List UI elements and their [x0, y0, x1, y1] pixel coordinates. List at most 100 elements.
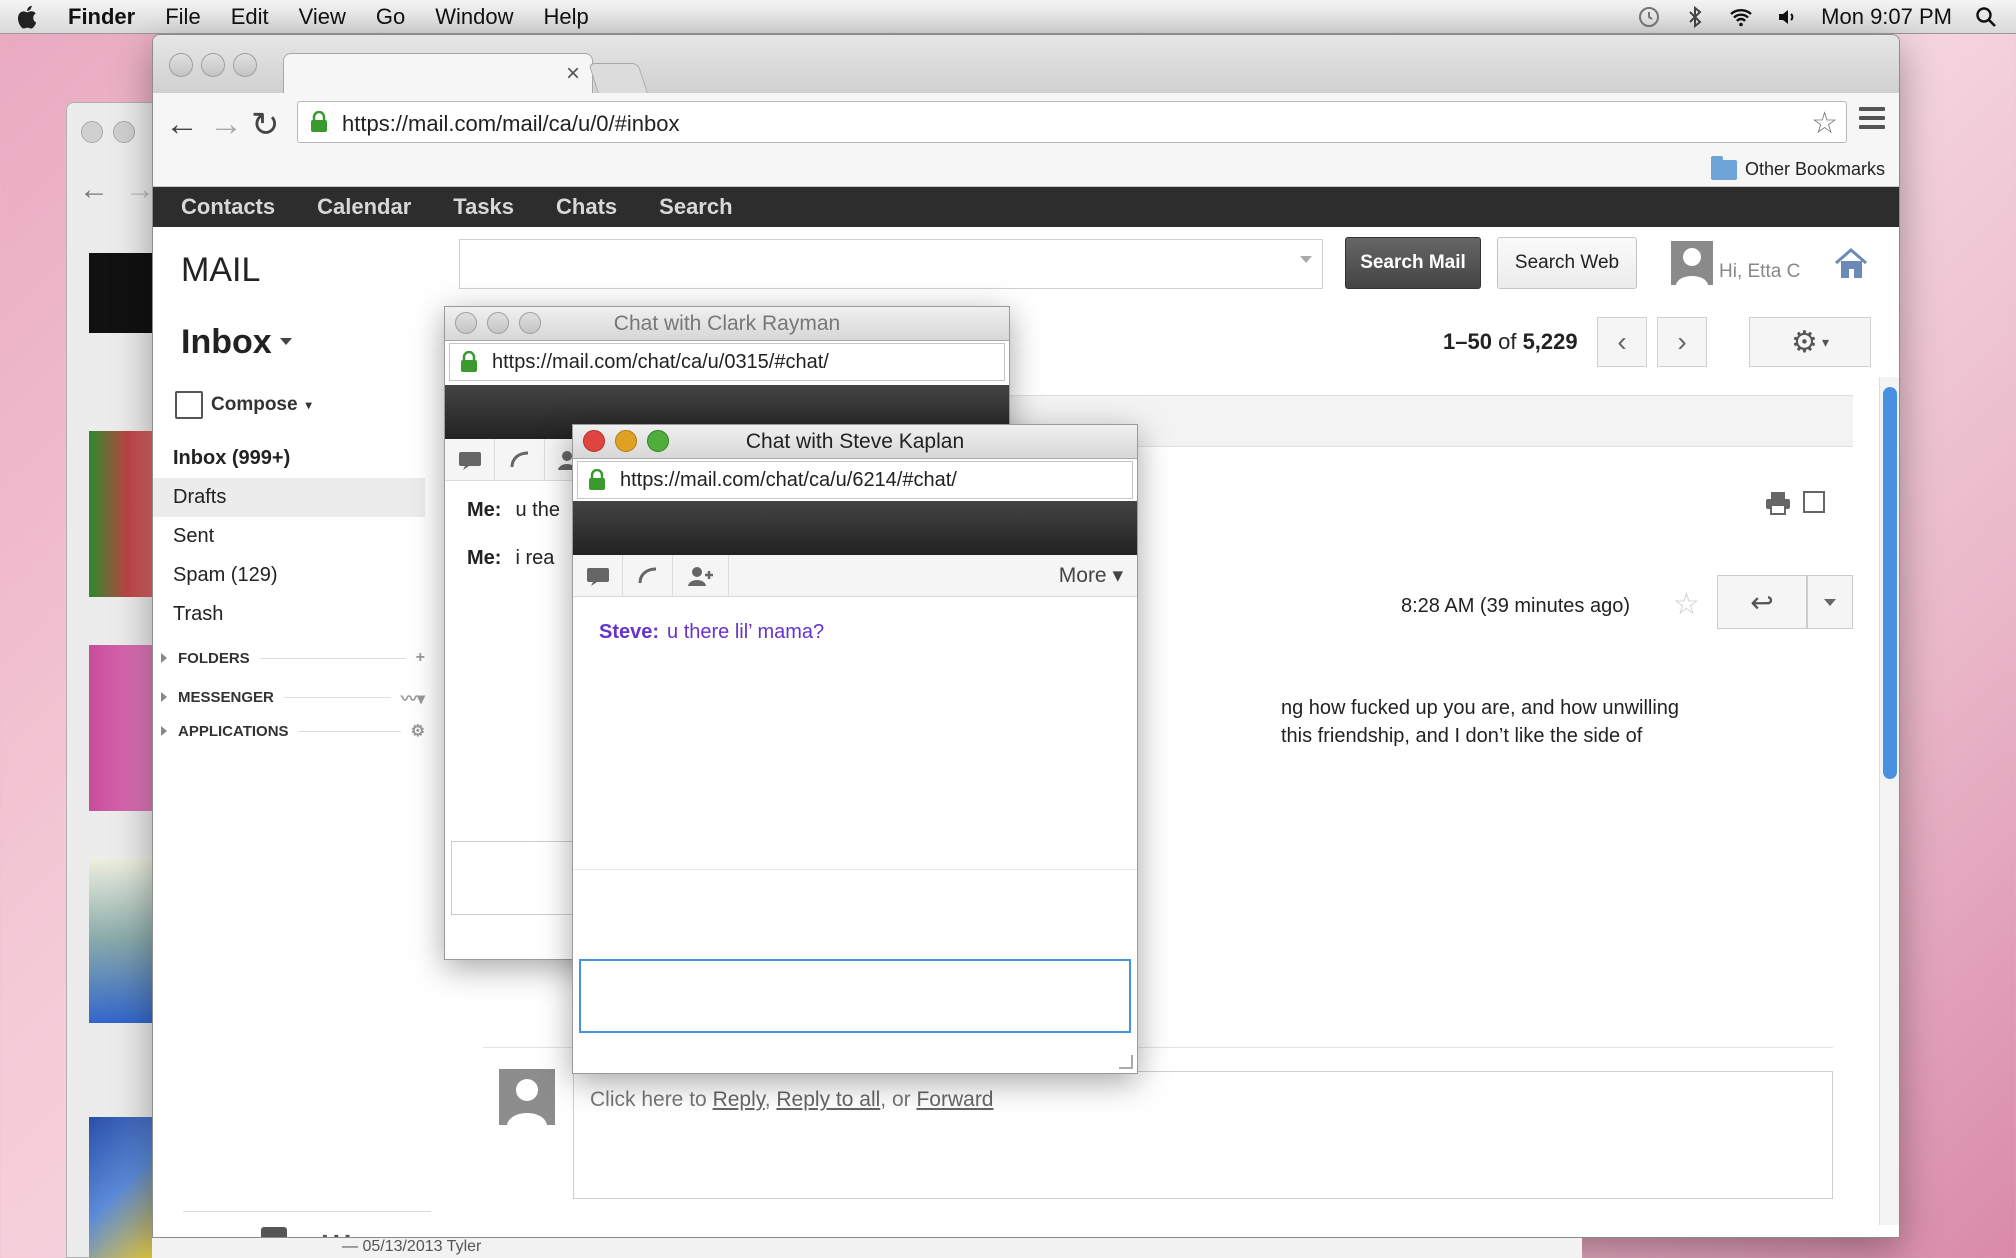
chat-bubble-icon[interactable] [261, 1227, 287, 1237]
window-close-button[interactable] [169, 53, 193, 77]
chat-input[interactable] [579, 959, 1131, 1033]
quick-reply-box[interactable]: Click here to Reply, Reply to all, or Fo… [573, 1071, 1833, 1199]
mail-logo[interactable]: MAIL [181, 251, 260, 290]
forward-icon[interactable]: → [209, 105, 243, 144]
nav-search[interactable]: Search [659, 194, 732, 220]
chat-speaker: Steve: [599, 621, 660, 643]
menu-view[interactable]: View [299, 4, 346, 30]
section-applications[interactable]: APPLICATIONS ⚙ [161, 721, 425, 741]
other-bookmarks[interactable]: Other Bookmarks [1710, 155, 1885, 180]
scrollbar-thumb[interactable] [1883, 387, 1897, 779]
browser-menu-icon[interactable] [1859, 107, 1885, 134]
window-minimize-button[interactable] [201, 53, 225, 77]
messenger-status-icon[interactable]: 〰▾ [401, 685, 425, 709]
menu-edit[interactable]: Edit [231, 4, 269, 30]
compose-button[interactable]: Compose ▾ [175, 391, 312, 419]
reply-all-link[interactable]: Reply to all [776, 1088, 880, 1111]
browser-toolbar: ← → ↻ https://mail.com/mail/ca/u/0/#inbo… [153, 93, 1899, 155]
chat-window-steve[interactable]: Chat with Steve Kaplan https://mail.com/… [572, 424, 1138, 1074]
chat-text: i rea [515, 547, 555, 569]
menu-clock[interactable]: Mon 9:07 PM [1821, 4, 1952, 30]
menu-go[interactable]: Go [376, 4, 405, 30]
menu-window[interactable]: Window [435, 4, 513, 30]
apple-menu-icon[interactable] [14, 3, 42, 31]
folder-trash[interactable]: Trash [153, 595, 425, 634]
chat-close-button[interactable] [583, 430, 605, 452]
new-tab-button[interactable] [588, 63, 648, 93]
folder-spam[interactable]: Spam (129) [153, 556, 425, 595]
bg-forward-icon[interactable]: → [125, 173, 155, 207]
bluetooth-icon[interactable] [1683, 5, 1707, 29]
reply-more-button[interactable] [1807, 575, 1853, 629]
search-options-dropdown-icon[interactable] [1300, 256, 1312, 269]
nav-tasks[interactable]: Tasks [453, 194, 514, 220]
nav-calendar[interactable]: Calendar [317, 194, 411, 220]
bg-back-icon[interactable]: ← [79, 173, 109, 207]
forward-link[interactable]: Forward [916, 1088, 993, 1111]
applications-gear-icon[interactable]: ⚙ [411, 721, 425, 741]
spotlight-search-icon[interactable] [1974, 5, 1998, 29]
new-window-icon[interactable] [1803, 491, 1825, 513]
chat-close-button[interactable] [455, 312, 477, 334]
address-bar[interactable]: https://mail.com/mail/ca/u/0/#inbox ☆ [297, 101, 1847, 143]
user-avatar-icon[interactable] [1671, 241, 1713, 285]
menu-file[interactable]: File [165, 4, 200, 30]
star-icon[interactable]: ☆ [1673, 587, 1700, 622]
bookmark-star-icon[interactable]: ☆ [1811, 106, 1838, 141]
add-person-button[interactable] [673, 555, 729, 597]
menu-help[interactable]: Help [544, 4, 589, 30]
chat-address-bar[interactable]: https://mail.com/chat/ca/u/6214/#chat/ [577, 461, 1133, 499]
background-footer: — 05/13/2013 Tyler [152, 1238, 1582, 1258]
video-chat-button[interactable] [445, 439, 495, 481]
window-zoom-button[interactable] [233, 53, 257, 77]
chat-more-menu[interactable]: More ▾ [1059, 563, 1123, 588]
wifi-icon[interactable] [1729, 5, 1753, 29]
resize-handle-icon[interactable] [1119, 1055, 1133, 1069]
chat-title-bar[interactable]: Chat with Clark Rayman [445, 307, 1009, 341]
older-page-button[interactable]: › [1657, 317, 1707, 367]
chat-zoom-button[interactable] [519, 312, 541, 334]
reply-button[interactable]: ↩ [1717, 575, 1807, 629]
inbox-title[interactable]: Inbox [181, 323, 292, 362]
time-machine-icon[interactable] [1637, 5, 1661, 29]
folder-inbox[interactable]: Inbox (999+) [153, 439, 425, 478]
chat-address-bar[interactable]: https://mail.com/chat/ca/u/0315/#chat/ [449, 343, 1005, 381]
back-icon[interactable]: ← [165, 105, 199, 144]
call-button[interactable] [623, 555, 673, 597]
chat-zoom-button[interactable] [647, 430, 669, 452]
bg-close-button[interactable] [81, 121, 103, 143]
call-button[interactable] [495, 439, 545, 481]
reload-icon[interactable]: ↻ [251, 105, 280, 145]
chat-title-bar[interactable]: Chat with Steve Kaplan [573, 425, 1137, 459]
print-icon[interactable] [1765, 491, 1791, 515]
section-messenger[interactable]: MESSENGER 〰▾ [161, 685, 425, 709]
search-web-button[interactable]: Search Web [1497, 237, 1637, 289]
mail-search-input[interactable] [459, 239, 1323, 289]
chat-minimize-button[interactable] [615, 430, 637, 452]
newer-page-button[interactable]: ‹ [1597, 317, 1647, 367]
folder-drafts[interactable]: Drafts [153, 478, 425, 517]
chat-header-band [573, 501, 1137, 555]
add-folder-icon[interactable]: + [416, 649, 425, 667]
reply-link[interactable]: Reply [713, 1088, 765, 1111]
folder-list: Inbox (999+) Drafts Sent Spam (129) Tras… [153, 439, 425, 634]
search-mail-button[interactable]: Search Mail [1345, 237, 1481, 289]
settings-gear-button[interactable]: ⚙ ▾ [1749, 317, 1871, 367]
tab-close-icon[interactable]: × [566, 60, 580, 88]
bg-minimize-button[interactable] [113, 121, 135, 143]
section-folders[interactable]: FOLDERS + [161, 649, 425, 667]
nav-contacts[interactable]: Contacts [181, 194, 275, 220]
home-icon[interactable] [1833, 247, 1869, 281]
reply-prompt-prefix: Click here to [590, 1088, 707, 1111]
more-dots-icon[interactable]: ··· [321, 1221, 355, 1237]
volume-icon[interactable] [1775, 5, 1799, 29]
nav-chats[interactable]: Chats [556, 194, 617, 220]
chat-separator [573, 869, 1137, 870]
chat-minimize-button[interactable] [487, 312, 509, 334]
video-chat-button[interactable] [573, 555, 623, 597]
inbox-dropdown-icon[interactable] [279, 337, 292, 351]
menu-app-finder[interactable]: Finder [68, 4, 135, 30]
user-greeting[interactable]: Hi, Etta C [1719, 261, 1800, 283]
folder-sent[interactable]: Sent [153, 517, 425, 556]
tab-mail[interactable]: × [283, 53, 593, 95]
